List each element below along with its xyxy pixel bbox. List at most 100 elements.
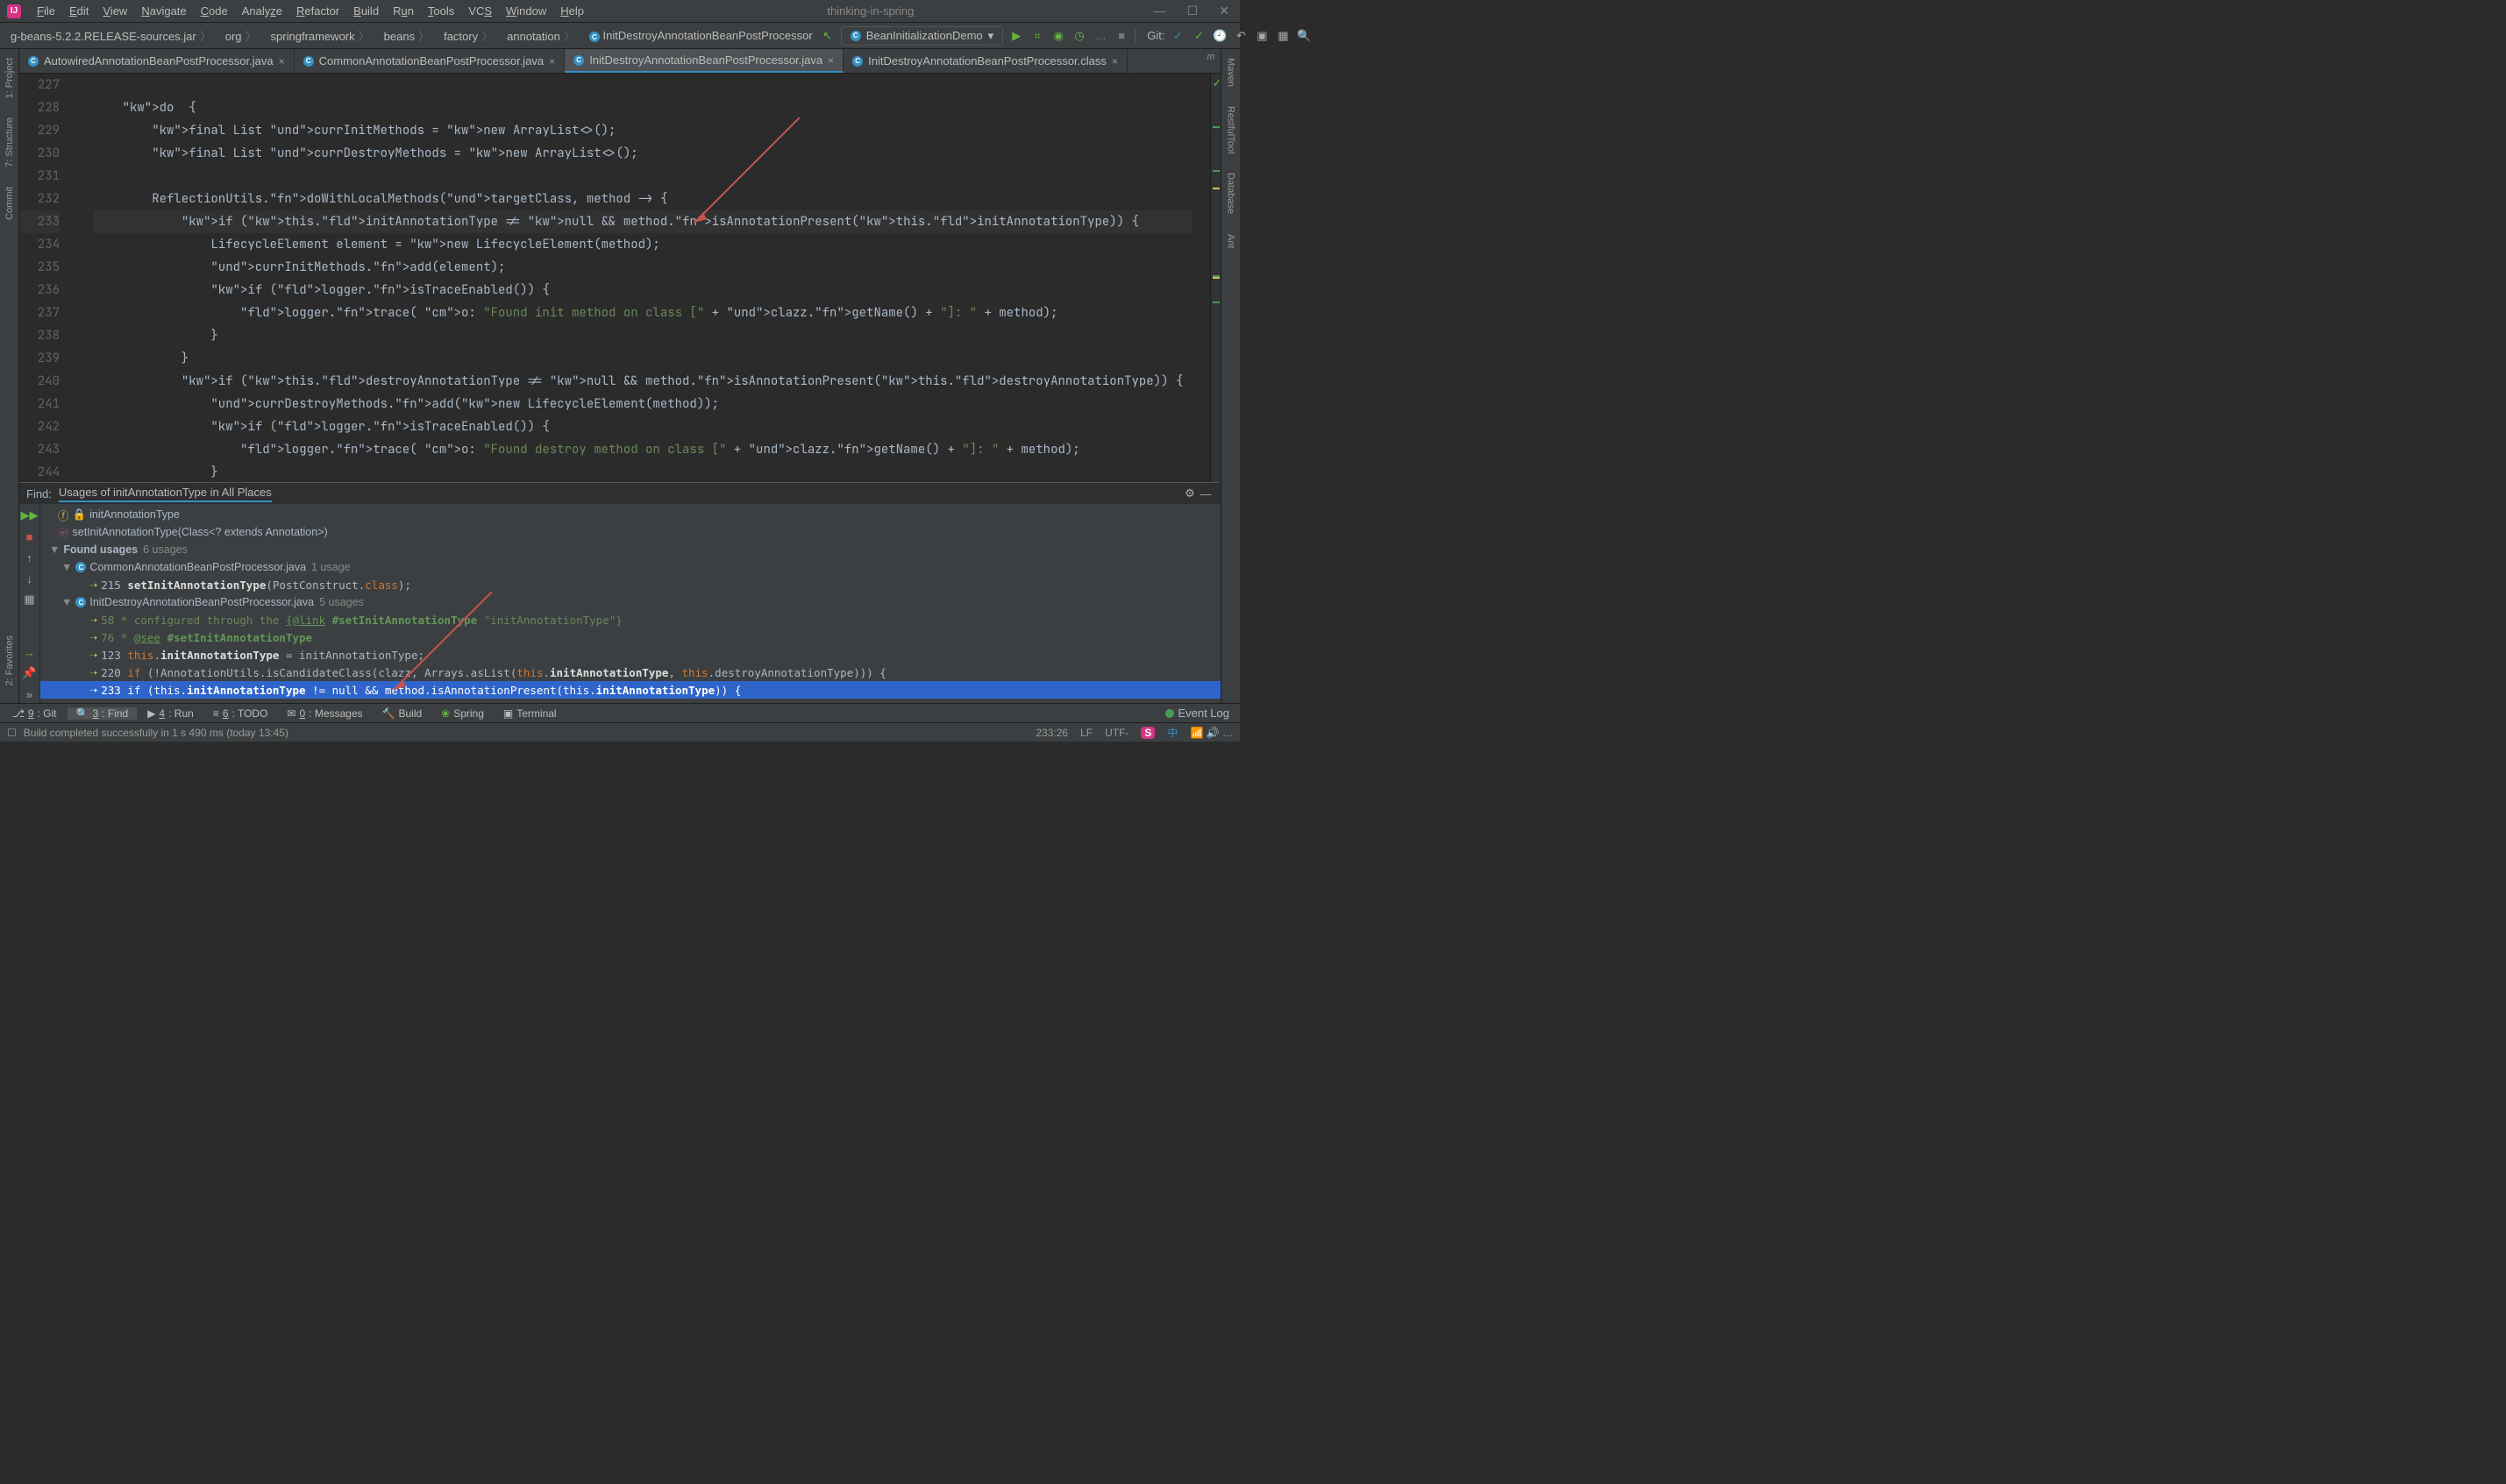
rerun-icon[interactable]: ▶▶: [22, 508, 38, 523]
tab-find[interactable]: 🔍 3: Find: [68, 707, 138, 720]
tab-run[interactable]: ▶ 4: Run: [139, 707, 203, 720]
pin-icon[interactable]: 📌: [22, 665, 38, 681]
tree-usage-76[interactable]: ➝ 76 * @see #setInitAnnotationType: [40, 628, 1221, 646]
caret-position[interactable]: 233:26: [1036, 727, 1068, 739]
tree-usage-123[interactable]: ➝ 123 this.initAnnotationType = initAnno…: [40, 646, 1221, 664]
crumb-annotation[interactable]: annotation: [500, 25, 582, 46]
commit-icon[interactable]: ✓: [1191, 28, 1207, 44]
usage-icon: ➝: [89, 614, 97, 626]
sidebar-structure[interactable]: 7: Structure: [3, 112, 17, 173]
tab-initdestroy-class[interactable]: C InitDestroyAnnotationBeanPostProcessor…: [844, 49, 1128, 73]
event-log[interactable]: Event Log: [1165, 706, 1236, 720]
tree-target-2[interactable]: ⓜ setInitAnnotationType(Class<? extends …: [40, 523, 1221, 541]
minimap[interactable]: ✓: [1210, 74, 1221, 482]
sidebar-restful[interactable]: RestfulTool: [1224, 101, 1238, 159]
tree-usage-233[interactable]: ➝ 233 if (this.initAnnotationType != nul…: [40, 681, 1221, 699]
tree-usage-58[interactable]: ➝ 58 * configured through the {@link #se…: [40, 611, 1221, 628]
close-icon[interactable]: ×: [279, 55, 285, 67]
stop-icon[interactable]: ■: [1114, 28, 1129, 44]
group-icon[interactable]: ▦: [22, 592, 38, 607]
search-everywhere-icon[interactable]: ▦: [1275, 28, 1291, 44]
tree-target-1[interactable]: ⓕ 🔒 initAnnotationType: [40, 506, 1221, 523]
menu-file[interactable]: File: [30, 4, 62, 18]
line-separator[interactable]: LF: [1080, 727, 1093, 739]
gear-icon[interactable]: ⚙: [1182, 486, 1198, 501]
menu-refactor[interactable]: Refactor: [289, 4, 346, 18]
tab-spring[interactable]: ❀ Spring: [432, 707, 493, 720]
code-body[interactable]: "kw">do { "kw">final List "und">currInit…: [93, 74, 1210, 482]
run-config-selector[interactable]: C BeanInitializationDemo ▾: [841, 26, 1004, 46]
tab-autowired[interactable]: C AutowiredAnnotationBeanPostProcessor.j…: [19, 49, 295, 73]
tree-usage-215[interactable]: ➝ 215 setInitAnnotationType(PostConstruc…: [40, 576, 1221, 593]
menu-edit[interactable]: Edit: [62, 4, 96, 18]
menu-tools[interactable]: Tools: [421, 4, 461, 18]
menu-help[interactable]: Help: [553, 4, 591, 18]
run-icon[interactable]: ▶: [1008, 28, 1024, 44]
find-results-tree[interactable]: ⓕ 🔒 initAnnotationType ⓜ setInitAnnotati…: [40, 504, 1221, 703]
crumb-org[interactable]: org: [218, 25, 264, 46]
tab-initdestroy-java[interactable]: C InitDestroyAnnotationBeanPostProcessor…: [565, 49, 844, 73]
status-bar: ☐ Build completed successfully in 1 s 49…: [0, 722, 1240, 742]
revert-icon[interactable]: ↶: [1233, 28, 1249, 44]
crumb-class[interactable]: C InitDestroyAnnotationBeanPostProcessor: [582, 27, 820, 45]
coverage-icon[interactable]: ◉: [1050, 28, 1066, 44]
attach-icon[interactable]: …: [1093, 28, 1108, 44]
minimize-button[interactable]: —: [1150, 4, 1170, 18]
next-icon[interactable]: ↓: [22, 571, 38, 586]
tab-messages[interactable]: ✉ 0: Messages: [278, 707, 371, 720]
code-editor[interactable]: 2272282292302312322332342352362372382392…: [19, 74, 1210, 482]
more-icon[interactable]: »: [22, 686, 38, 702]
menu-view[interactable]: View: [96, 4, 134, 18]
crumb-factory[interactable]: factory: [437, 25, 500, 46]
app-icon: IJ: [7, 4, 21, 18]
sidebar-favorites[interactable]: 2: Favorites: [3, 630, 17, 691]
breadcrumb: g-beans-5.2.2.RELEASE-sources.jar org sp…: [0, 25, 820, 46]
tray-icons: 📶 🔊 …: [1190, 727, 1233, 739]
menu-navigate[interactable]: Navigate: [134, 4, 193, 18]
sidebar-maven[interactable]: Maven: [1224, 53, 1238, 92]
magnify-icon[interactable]: 🔍: [1296, 28, 1312, 44]
debug-icon[interactable]: ⌗: [1029, 28, 1045, 44]
push-icon[interactable]: ▣: [1254, 28, 1270, 44]
menu-window[interactable]: Window: [499, 4, 553, 18]
menu-code[interactable]: Code: [194, 4, 235, 18]
tree-usage-220[interactable]: ➝ 220 if (!AnnotationUtils.isCandidateCl…: [40, 664, 1221, 681]
tree-file-common[interactable]: ▼ C CommonAnnotationBeanPostProcessor.ja…: [40, 558, 1221, 576]
encoding[interactable]: UTF-: [1105, 727, 1128, 739]
tree-file-initdestroy[interactable]: ▼ C InitDestroyAnnotationBeanPostProcess…: [40, 593, 1221, 611]
nav-toolbar: g-beans-5.2.2.RELEASE-sources.jar org sp…: [0, 23, 1240, 49]
history-icon[interactable]: 🕘: [1212, 28, 1228, 44]
tab-git[interactable]: ⎇ 9: Git: [4, 707, 66, 720]
status-widget-icon[interactable]: ☐: [7, 727, 17, 739]
sidebar-ant[interactable]: Ant: [1224, 229, 1238, 254]
menu-run[interactable]: Run: [386, 4, 421, 18]
tab-todo[interactable]: ≡ 6: TODO: [204, 707, 277, 720]
tab-build[interactable]: 🔨 Build: [374, 707, 431, 720]
maximize-button[interactable]: ☐: [1184, 4, 1202, 18]
tab-common[interactable]: C CommonAnnotationBeanPostProcessor.java…: [295, 49, 566, 73]
close-icon[interactable]: ×: [549, 55, 555, 67]
sidebar-project[interactable]: 1: Project: [3, 53, 17, 103]
close-icon[interactable]: ×: [828, 54, 834, 67]
prev-icon[interactable]: ↑: [22, 550, 38, 565]
tree-found-usages[interactable]: ▼ Found usages 6 usages: [40, 541, 1221, 558]
close-icon[interactable]: ■: [22, 529, 38, 544]
crumb-jar[interactable]: g-beans-5.2.2.RELEASE-sources.jar: [4, 25, 218, 46]
profiler-icon[interactable]: ◷: [1071, 28, 1087, 44]
close-icon[interactable]: ×: [1112, 55, 1118, 67]
menu-build[interactable]: Build: [346, 4, 386, 18]
sidebar-database[interactable]: Database: [1224, 167, 1238, 219]
close-button[interactable]: ✕: [1215, 4, 1233, 18]
menu-analyze[interactable]: Analyze: [235, 4, 289, 18]
usage-icon: ➝: [89, 685, 97, 696]
fold-column[interactable]: [75, 74, 93, 482]
expand-icon[interactable]: →: [22, 644, 38, 660]
back-icon[interactable]: ↖: [820, 28, 836, 44]
update-icon[interactable]: ✓: [1170, 28, 1185, 44]
crumb-sf[interactable]: springframework: [264, 25, 377, 46]
sidebar-commit[interactable]: Commit: [3, 181, 17, 225]
tab-terminal[interactable]: ▣ Terminal: [495, 707, 566, 720]
crumb-beans[interactable]: beans: [377, 25, 437, 46]
hide-icon[interactable]: —: [1198, 486, 1214, 501]
menu-vcs[interactable]: VCS: [461, 4, 499, 18]
